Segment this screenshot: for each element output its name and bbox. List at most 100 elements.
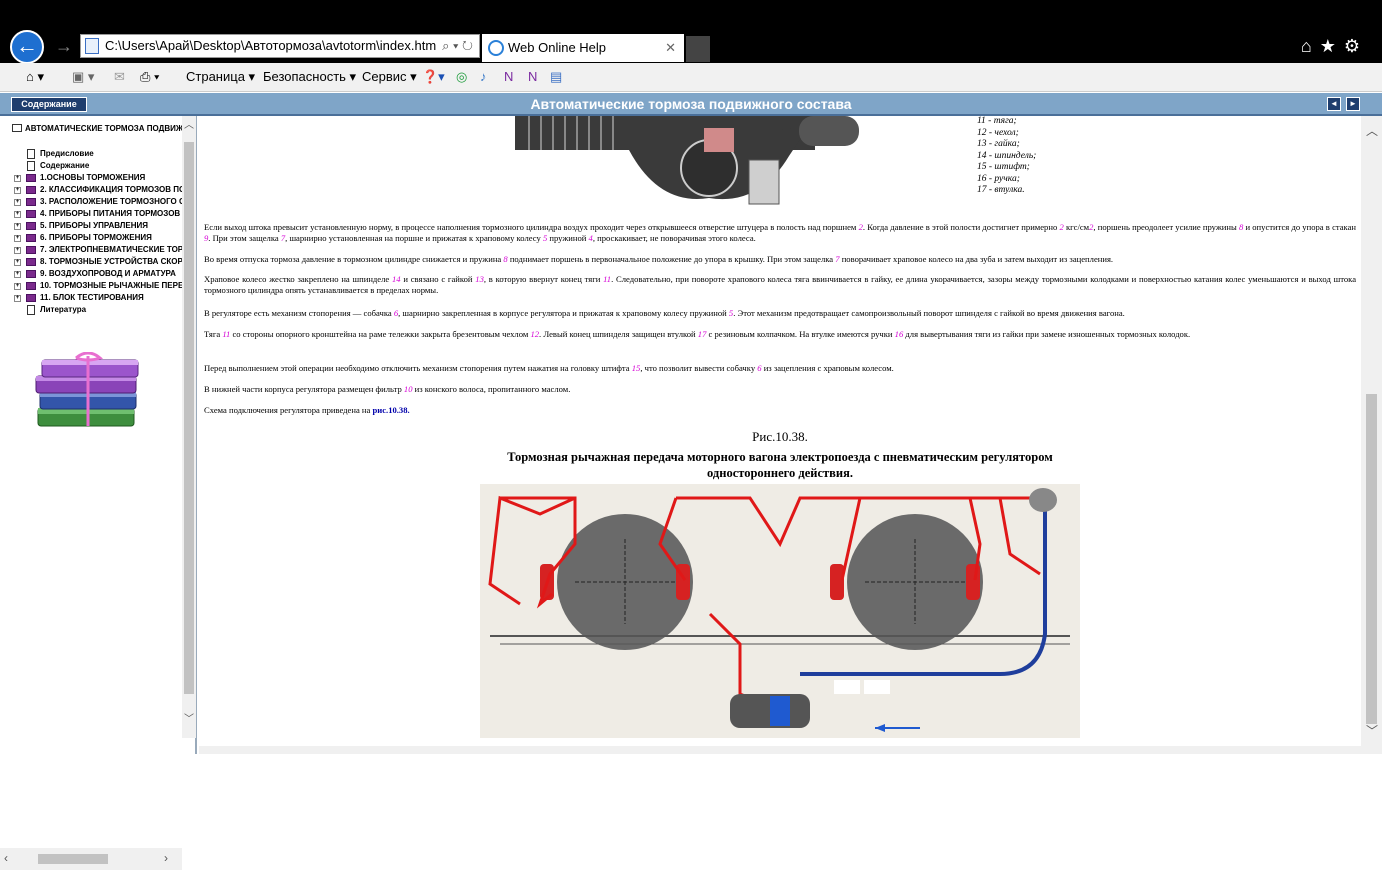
expand-icon[interactable]: + [14, 271, 21, 278]
book-icon [26, 210, 36, 218]
content-vertical-scrollbar[interactable]: ︿ ﹀ [1361, 116, 1382, 746]
scroll-left-icon[interactable]: ‹ [4, 851, 8, 865]
toc-root[interactable]: АВТОМАТИЧЕСКИЕ ТОРМОЗА ПОДВИЖН [12, 124, 182, 133]
paragraph-5: Тяга 11 со стороны опорного кронштейна н… [204, 329, 1191, 339]
toc-item-label: 3. РАСПОЛОЖЕНИЕ ТОРМОЗНОГО О [40, 197, 182, 206]
content-scroll-thumb[interactable] [1366, 394, 1377, 724]
toc-item-label: Содержание [40, 161, 90, 170]
search-refresh-icons[interactable]: ⌕ ▾ ↻ [442, 35, 473, 57]
paragraph-8-text: Схема подключения регулятора приведена н… [204, 405, 373, 415]
tab-title: Web Online Help [508, 40, 607, 55]
expand-icon[interactable]: + [14, 295, 21, 302]
toc-item[interactable]: +9. ВОЗДУХОПРОВОД И АРМАТУРА [14, 268, 182, 280]
scroll-down-icon[interactable]: ﹀ [184, 710, 194, 725]
toc-item[interactable]: Содержание [14, 160, 182, 172]
home-favorites-settings-icons[interactable]: ⌂★⚙ [1301, 36, 1368, 57]
expand-icon[interactable]: + [14, 199, 21, 206]
toc-item[interactable]: +10. ТОРМОЗНЫЕ РЫЧАЖНЫЕ ПЕРЕД [14, 280, 182, 292]
legend-item: 15 - штифт; [977, 162, 1030, 172]
prev-page-button[interactable]: ◄ [1327, 97, 1341, 111]
book-icon [26, 222, 36, 230]
scroll-thumb-h[interactable] [38, 854, 108, 864]
home-icon[interactable]: ⌂ ▾ [26, 69, 44, 85]
expand-icon[interactable]: + [14, 259, 21, 266]
toc-item-label: 2. КЛАССИФИКАЦИЯ ТОРМОЗОВ ПО [40, 185, 182, 194]
figure-link[interactable]: рис.10.38. [373, 405, 410, 415]
book-icon [26, 294, 36, 302]
legend-item: 13 - гайка; [977, 139, 1020, 149]
figure-title-line2: одностороннего действия. [707, 466, 853, 480]
legend-item: 16 - ручка; [977, 173, 1020, 184]
back-button[interactable]: ← [10, 30, 44, 64]
toc-item-label: 4. ПРИБОРЫ ПИТАНИЯ ТОРМОЗОВ С [40, 209, 182, 218]
toc-vertical-scrollbar[interactable]: ︿ ﹀ [182, 116, 196, 738]
scroll-right-icon[interactable]: › [164, 851, 168, 865]
figure-legend: 11 - тяга; 12 - чехол; 13 - гайка; 14 - шпи… [977, 116, 1036, 197]
scroll-thumb[interactable] [184, 142, 194, 694]
expand-icon[interactable]: + [14, 211, 21, 218]
address-bar[interactable]: C:\Users\Арай\Desktop\Автотормоза\avtoto… [80, 34, 480, 58]
toc-horizontal-scrollbar[interactable]: ‹ › [0, 848, 182, 870]
toc-item-label: 8. ТОРМОЗНЫЕ УСТРОЙСТВА СКОРО [40, 257, 182, 266]
book-icon [26, 282, 36, 290]
paragraph-3: Храповое колесо жестко закреплено на шпи… [204, 274, 1357, 295]
help-icon[interactable]: ❓▾ [422, 69, 445, 85]
command-bar: ⌂ ▾ ▣ ▾ ✉ ⎙ ▾ Страница ▾ Безопасность ▾ … [0, 63, 1382, 92]
mail-icon[interactable]: ✉ [114, 69, 125, 85]
book-icon [26, 234, 36, 242]
page-menu[interactable]: Страница ▾ [186, 69, 255, 85]
print-icon[interactable]: ⎙ ▾ [140, 69, 159, 85]
translate-icon[interactable]: ♪ [480, 69, 487, 84]
toc-item[interactable]: +4. ПРИБОРЫ ПИТАНИЯ ТОРМОЗОВ С [14, 208, 182, 220]
toc-item[interactable]: +2. КЛАССИФИКАЦИЯ ТОРМОЗОВ ПО [14, 184, 182, 196]
help-header: Содержание Автоматические тормоза подвиж… [0, 93, 1382, 116]
expand-icon[interactable]: + [14, 283, 21, 290]
toc-item[interactable]: +5. ПРИБОРЫ УПРАВЛЕНИЯ [14, 220, 182, 232]
toc-root-label: АВТОМАТИЧЕСКИЕ ТОРМОЗА ПОДВИЖН [25, 124, 182, 133]
toc-item-label: 9. ВОЗДУХОПРОВОД И АРМАТУРА [40, 269, 176, 278]
page-title: Автоматические тормоза подвижного состав… [530, 96, 852, 112]
books-icon [35, 352, 139, 427]
next-page-button[interactable]: ► [1346, 97, 1360, 111]
tab-web-online-help[interactable]: Web Online Help ✕ [482, 34, 684, 62]
expand-icon[interactable]: + [14, 223, 21, 230]
toc-item-label: 7. ЭЛЕКТРОПНЕВМАТИЧЕСКИЕ ТОРМ [40, 245, 182, 254]
toc-item-label: Литература [40, 305, 87, 314]
scroll-up-icon[interactable]: ︿ [1366, 122, 1378, 139]
safety-menu[interactable]: Безопасность ▾ [263, 69, 356, 85]
scroll-down-icon[interactable]: ﹀ [1366, 722, 1378, 739]
toc-item[interactable]: +3. РАСПОЛОЖЕНИЕ ТОРМОЗНОГО О [14, 196, 182, 208]
addon-icon[interactable]: ◎ [456, 69, 467, 85]
page-icon [85, 38, 99, 54]
toc-item[interactable]: Литература [14, 304, 182, 316]
feeds-icon[interactable]: ▣ ▾ [72, 69, 94, 85]
toc-item[interactable]: +6. ПРИБОРЫ ТОРМОЖЕНИЯ [14, 232, 182, 244]
expand-icon[interactable]: + [14, 187, 21, 194]
expand-icon[interactable]: + [14, 175, 21, 182]
service-menu[interactable]: Сервис ▾ [362, 69, 417, 85]
legend-item: 11 - тяга; [977, 116, 1017, 126]
new-tab-button[interactable] [686, 36, 710, 62]
forward-button[interactable]: → [55, 36, 73, 57]
research-icon[interactable]: ▤ [550, 69, 562, 85]
expand-icon[interactable]: + [14, 247, 21, 254]
expand-icon[interactable]: + [14, 235, 21, 242]
book-icon [26, 246, 36, 254]
toc-item[interactable]: Предисловие [14, 148, 182, 160]
toc-item[interactable]: +7. ЭЛЕКТРОПНЕВМАТИЧЕСКИЕ ТОРМ [14, 244, 182, 256]
paragraph-7: В нижней части корпуса регулятора размещ… [204, 384, 571, 394]
toc-item[interactable]: +1.ОСНОВЫ ТОРМОЖЕНИЯ [14, 172, 182, 184]
figure-title-line1: Тормозная рычажная передача моторного ва… [507, 450, 1053, 464]
onenote-linked-icon[interactable]: N [528, 69, 537, 84]
toc-item[interactable]: +8. ТОРМОЗНЫЕ УСТРОЙСТВА СКОРО [14, 256, 182, 268]
book-icon [26, 198, 36, 206]
paragraph-4: В регуляторе есть механизм стопорения — … [204, 308, 1125, 318]
content-pane: 11 - тяга; 12 - чехол; 13 - гайка; 14 - шпи… [199, 116, 1361, 746]
paragraph-1: Если выход штока превысит установленную … [204, 222, 1357, 243]
paragraph-2: Во время отпуска тормоза давление в торм… [204, 254, 1114, 264]
scroll-up-icon[interactable]: ︿ [184, 116, 194, 131]
toc-item-label: Предисловие [40, 149, 94, 158]
onenote-icon[interactable]: N [504, 69, 513, 84]
close-tab-icon[interactable]: ✕ [665, 34, 676, 62]
toc-item[interactable]: +11. БЛОК ТЕСТИРОВАНИЯ [14, 292, 182, 304]
